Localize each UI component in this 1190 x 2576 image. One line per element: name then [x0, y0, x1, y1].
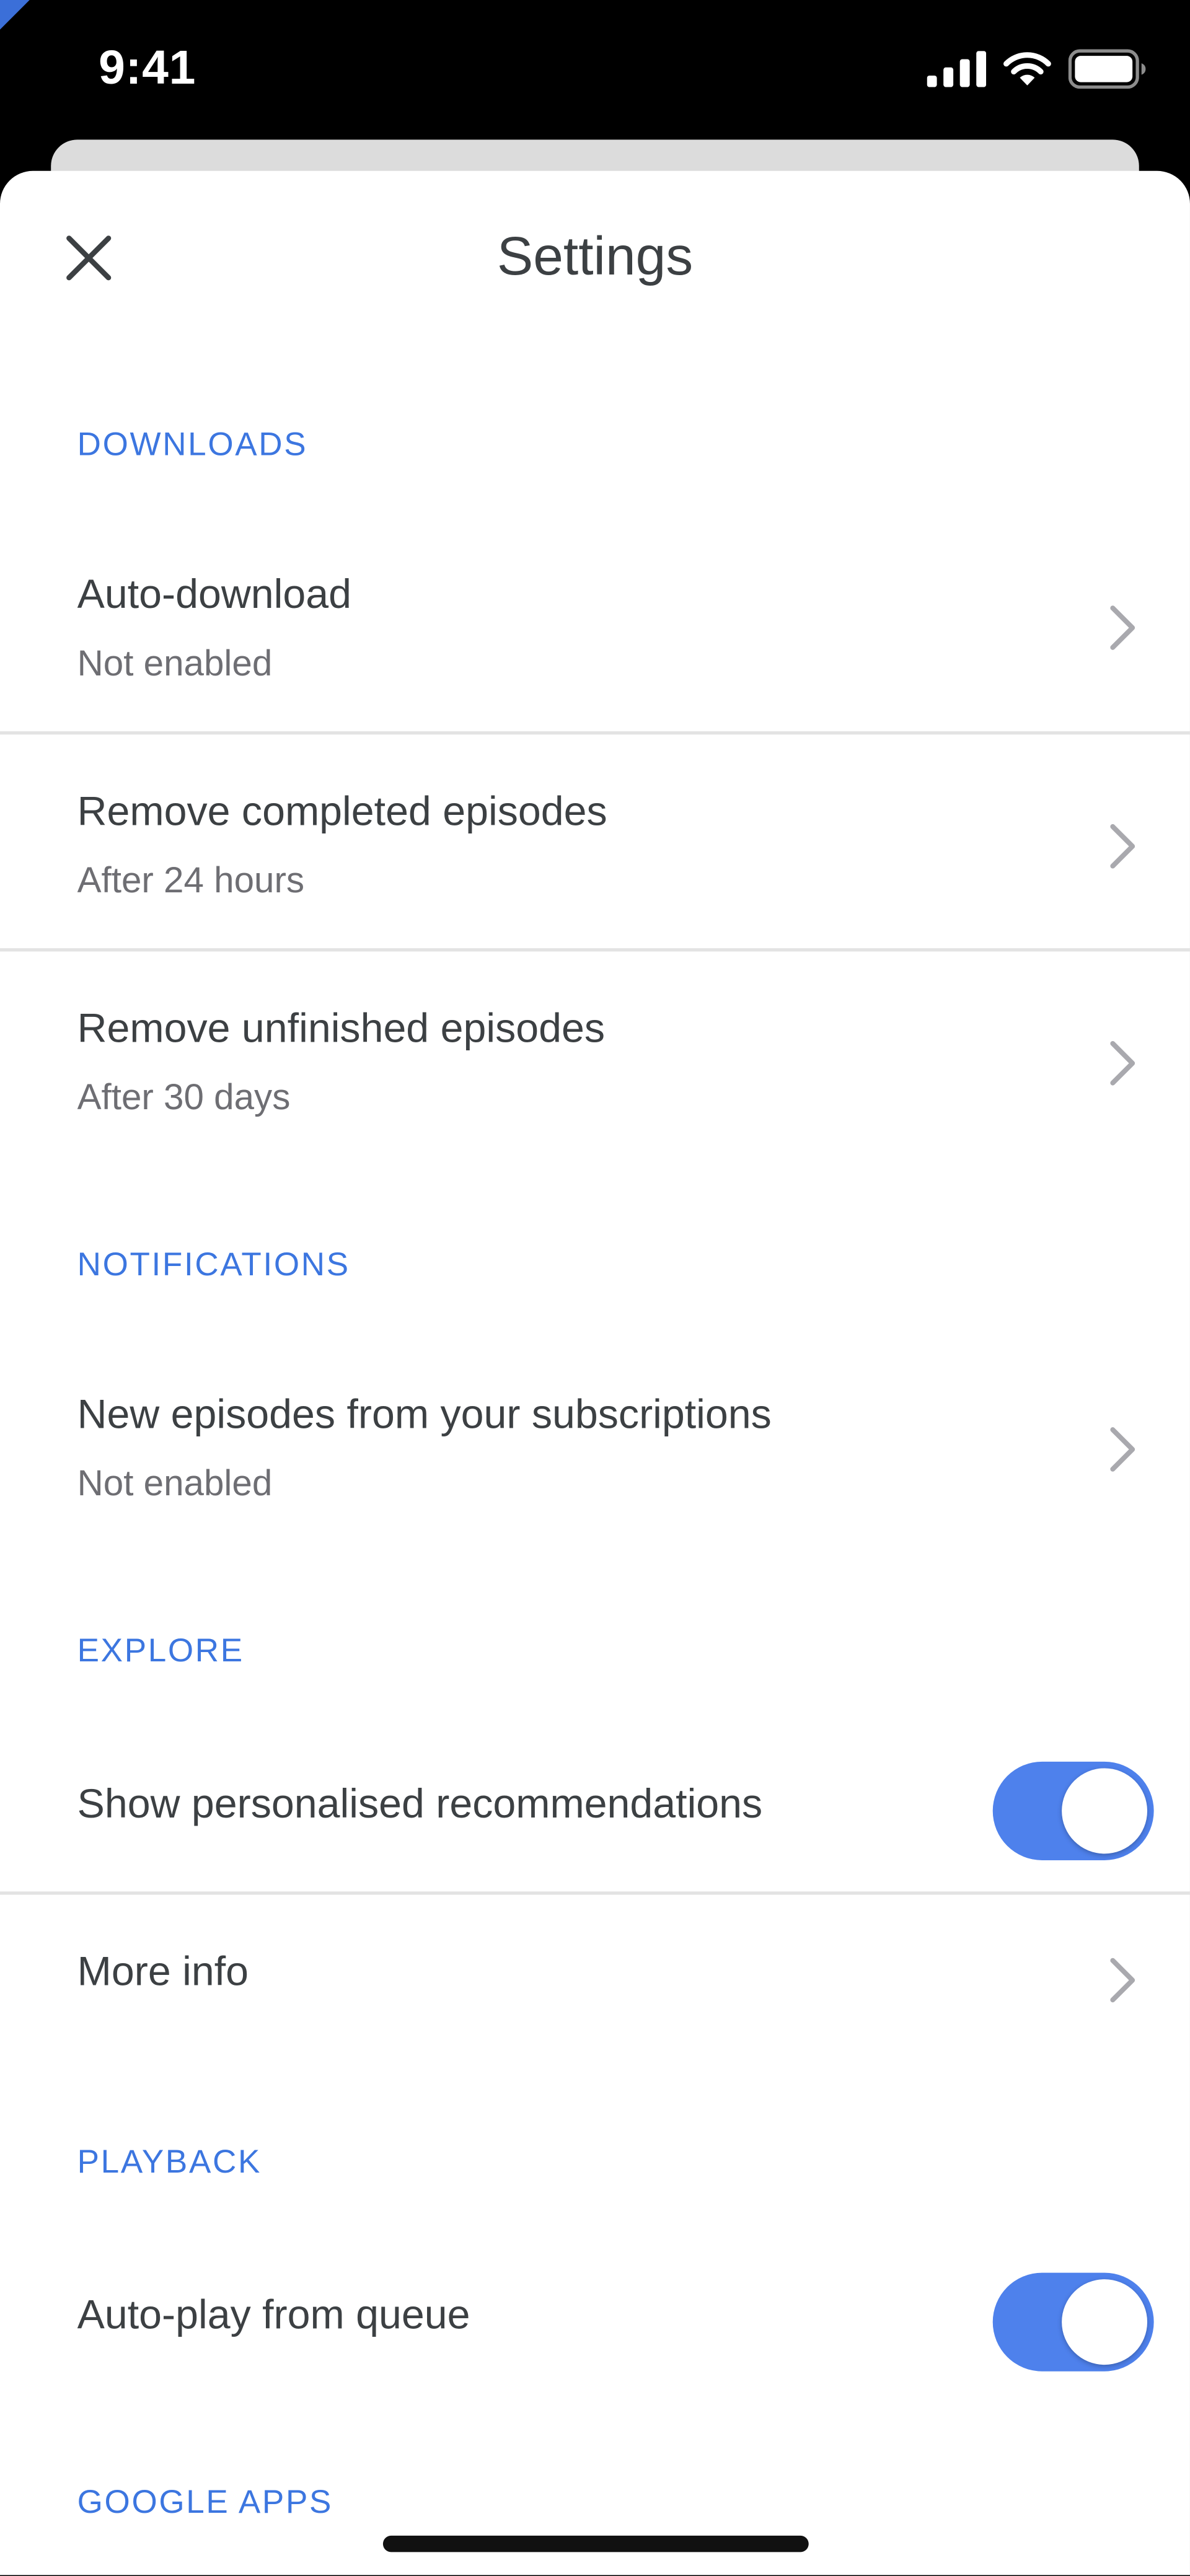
remove-completed-episodes-title: Remove completed episodes: [77, 788, 607, 835]
settings-sheet: Settings DOWNLOADS Auto-download Not ena…: [0, 170, 1190, 2575]
chevron-right-icon: [1110, 1040, 1135, 1086]
status-bar: 9:41: [0, 0, 1190, 144]
auto-play-from-queue-toggle[interactable]: [992, 2272, 1154, 2372]
section-title-downloads: DOWNLOADS: [77, 427, 308, 464]
wifi-icon: [1003, 52, 1051, 86]
status-time: 9:41: [99, 42, 196, 95]
more-info-row[interactable]: More info: [0, 1895, 1190, 2066]
page-title: Settings: [496, 225, 694, 286]
section-title-google-apps: GOOGLE APPS: [77, 2484, 333, 2521]
chevron-right-icon: [1110, 605, 1135, 650]
toggle-knob: [1062, 2279, 1148, 2365]
auto-play-from-queue-title: Auto-play from queue: [77, 2292, 470, 2339]
section-title-notifications: NOTIFICATIONS: [77, 1247, 350, 1284]
toggle-knob: [1062, 1768, 1148, 1854]
auto-play-from-queue-row: Auto-play from queue: [0, 2238, 1190, 2406]
chevron-right-icon: [1110, 1958, 1135, 2003]
header: Settings: [0, 171, 1190, 352]
personalised-recommendations-title: Show personalised recommendations: [77, 1781, 763, 1827]
screen: 9:41 Settings DOWNLOADS Auto-download No…: [0, 0, 1190, 2575]
new-episodes-notification-subtitle: Not enabled: [77, 1462, 273, 1504]
new-episodes-notification-row[interactable]: New episodes from your subscriptions Not…: [0, 1338, 1190, 1552]
section-title-explore: EXPLORE: [77, 1633, 244, 1670]
personalised-recommendations-row: Show personalised recommendations: [0, 1724, 1190, 1891]
new-episodes-notification-title: New episodes from your subscriptions: [77, 1392, 772, 1438]
chevron-right-icon: [1110, 1427, 1135, 1472]
personalised-recommendations-toggle[interactable]: [992, 1761, 1154, 1860]
cellular-signal-icon: [927, 51, 987, 87]
remove-completed-episodes-subtitle: After 24 hours: [77, 859, 305, 901]
more-info-title: More info: [77, 1949, 249, 1995]
auto-download-subtitle: Not enabled: [77, 642, 273, 684]
auto-download-row[interactable]: Auto-download Not enabled: [0, 522, 1190, 731]
remove-unfinished-episodes-row[interactable]: Remove unfinished episodes After 30 days: [0, 951, 1190, 1165]
status-icons: [927, 49, 1147, 89]
chevron-right-icon: [1110, 824, 1135, 869]
battery-icon: [1068, 49, 1146, 89]
auto-download-title: Auto-download: [77, 571, 351, 618]
remove-unfinished-episodes-subtitle: After 30 days: [77, 1076, 291, 1118]
section-title-playback: PLAYBACK: [77, 2144, 262, 2181]
home-indicator[interactable]: [382, 2535, 809, 2552]
remove-unfinished-episodes-title: Remove unfinished episodes: [77, 1005, 606, 1052]
remove-completed-episodes-row[interactable]: Remove completed episodes After 24 hours: [0, 734, 1190, 948]
